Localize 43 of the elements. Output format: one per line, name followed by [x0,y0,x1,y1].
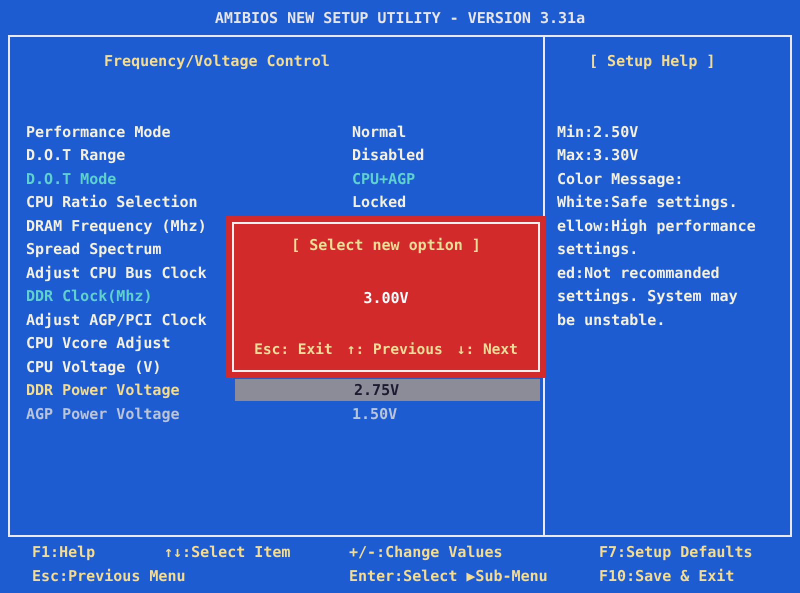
key-hint: ↑: Previous [346,342,443,358]
window-title: AMIBIOS NEW SETUP UTILITY - VERSION 3.31a [214,8,586,28]
option-value[interactable]: 3.00V [363,289,409,307]
help-text: Max:3.30V [557,145,640,166]
setting-value[interactable]: CPU+AGP [352,168,416,190]
setting-label[interactable]: CPU Voltage (V) [26,358,162,376]
help-text: Min:2.50V [557,122,640,143]
key-hint: F1:Help [32,542,96,563]
key-hint: Esc: Exit [254,342,333,358]
help-text: White:Safe settings. [557,192,739,214]
dialog-title: [ Select new option ] [291,236,481,254]
setting-label[interactable]: DDR Clock(Mhz) [26,287,152,306]
key-hint: F10:Save & Exit [599,566,736,587]
help-text: be unstable. [557,310,666,331]
setting-label[interactable]: Spread Spectrum [26,240,162,258]
key-hint: Esc:Previous Menu [32,566,187,587]
setting-label[interactable]: CPU Vcore Adjust [26,334,170,352]
panel-title: Frequency/Voltage Control [103,51,331,72]
help-title: [ Setup Help ] [588,51,716,72]
key-hint: Enter:Select ▶Sub-Menu [349,566,549,587]
setting-label[interactable]: DDR Power Voltage [26,381,180,400]
help-text: settings. System may [557,286,739,308]
setting-value[interactable]: Normal [352,120,406,143]
setting-label[interactable]: D.O.T Range [26,146,126,164]
key-hint: ↑↓:Select Item [164,542,292,563]
setting-label[interactable]: DRAM Frequency (Mhz) [26,216,207,235]
setting-value[interactable]: Locked [352,191,406,214]
setting-label[interactable]: Adjust AGP/PCI Clock [26,310,207,329]
help-text: settings. [557,239,640,260]
setting-label[interactable]: D.O.T Mode [26,170,116,188]
setting-label[interactable]: AGP Power Voltage [26,404,180,423]
setting-label[interactable]: CPU Ratio Selection [26,193,198,212]
key-hint: +/-:Change Values [349,542,504,563]
setting-value[interactable]: 1.50V [352,402,398,425]
key-hint: ↓: Next [456,342,518,358]
help-text: Color Message: [557,168,684,190]
setting-value[interactable]: Disabled [352,144,424,166]
setting-value[interactable]: 2.75V [235,379,540,402]
help-text: ellow:High performance [557,216,757,237]
setting-label[interactable]: Performance Mode [26,122,170,141]
key-hint: F7:Setup Defaults [599,542,754,563]
setting-label[interactable]: Adjust CPU Bus Clock [26,264,207,282]
help-text: ed:Not recommanded [557,262,721,284]
